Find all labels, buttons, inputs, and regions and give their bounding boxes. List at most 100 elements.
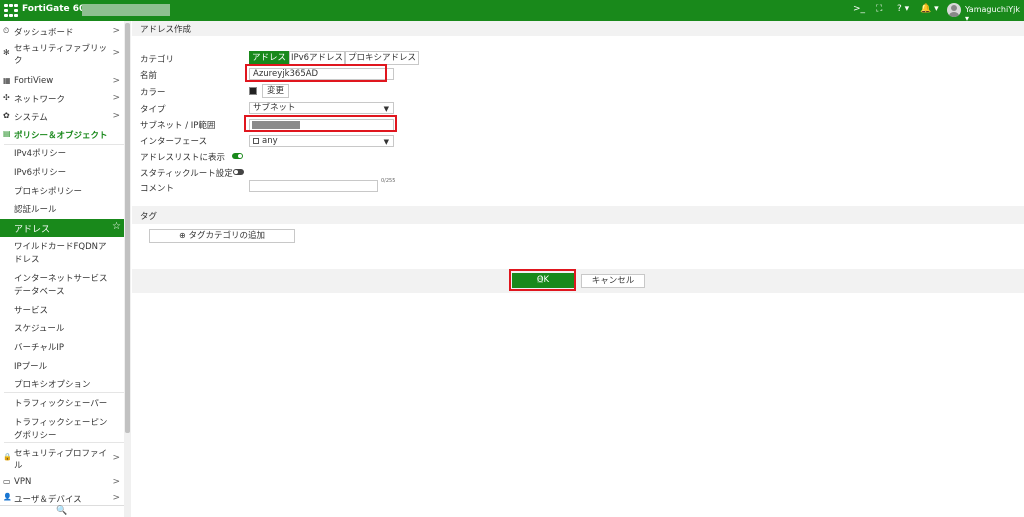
chevron-down-icon: ▼ — [383, 138, 389, 146]
chevron-right-icon: > — [112, 93, 120, 103]
dashboard-icon: ⏲ — [3, 26, 10, 35]
network-icon: ✣ — [3, 93, 10, 102]
sidebar-subitem-ipv4-policy[interactable]: IPv4ポリシー — [14, 147, 66, 159]
chevron-right-icon: > — [112, 111, 120, 121]
sidebar-subitem-ip-pools[interactable]: IPプール — [14, 360, 47, 372]
chevron-right-icon: > — [112, 493, 120, 503]
sidebar-item-security-fabric[interactable]: ✻ セキュリティファブリッ ク > — [0, 42, 124, 68]
tab-proxy-address[interactable]: プロキシアドレス — [345, 51, 419, 65]
sidebar-subitem-wildcard-fqdn[interactable]: ワイルドカードFQDNア — [14, 240, 106, 252]
form-footer: OK ☝ キャンセル — [132, 269, 1024, 293]
sidebar-item-label: ル — [14, 461, 23, 471]
highlight-box — [244, 115, 397, 132]
cancel-button[interactable]: キャンセル — [581, 274, 645, 288]
name-label: 名前 — [140, 71, 158, 81]
cli-console-icon[interactable]: >_ — [853, 4, 865, 14]
fullscreen-icon[interactable]: ⛶ — [876, 4, 882, 14]
static-route-label: スタティックルート設定 — [140, 169, 233, 179]
page-title-bar: アドレス作成 — [132, 21, 1024, 36]
sidebar-item-system[interactable]: ✿ システム > — [0, 111, 124, 123]
color-swatch-icon — [249, 87, 257, 95]
type-select-value: サブネット — [253, 103, 296, 113]
comment-textarea[interactable] — [249, 180, 378, 192]
page-title: アドレス作成 — [140, 25, 192, 35]
fortinet-logo-icon — [4, 4, 18, 17]
user-icon: 👤 — [3, 493, 12, 501]
policy-objects-icon: ▤ — [3, 129, 11, 138]
avatar[interactable] — [947, 3, 961, 17]
tags-title: タグ — [140, 212, 158, 222]
chevron-right-icon: > — [112, 48, 120, 58]
interface-select-value: any — [262, 136, 278, 146]
sidebar-item-fortiview[interactable]: ▦ FortiView > — [0, 76, 124, 88]
sidebar-subitem-proxy-policy[interactable]: プロキシポリシー — [14, 185, 82, 197]
security-fabric-icon: ✻ — [3, 48, 10, 57]
sidebar-item-user-device[interactable]: 👤 ユーザ＆デバイス > — [0, 493, 124, 505]
comment-counter: 0/255 — [381, 178, 396, 184]
sidebar-item-label: システム — [14, 113, 48, 123]
chevron-right-icon: > — [112, 26, 120, 36]
tab-ipv6-address[interactable]: IPv6アドレス — [289, 51, 345, 65]
sidebar-subitem-schedules[interactable]: スケジュール — [14, 322, 64, 334]
sidebar-subitem-proxy-options[interactable]: プロキシオプション — [14, 378, 91, 390]
category-label: カテゴリ — [140, 55, 175, 65]
notifications-icon[interactable]: 🔔 ▾ — [920, 4, 939, 14]
interface-select[interactable]: any ▼ — [249, 135, 394, 147]
sidebar-subitem-auth-rules[interactable]: 認証ルール — [14, 203, 57, 215]
interface-icon — [253, 138, 259, 144]
tab-address[interactable]: アドレス — [249, 51, 289, 65]
sidebar-subitem-ipv6-policy[interactable]: IPv6ポリシー — [14, 166, 66, 178]
sidebar-item-security-profiles[interactable]: 🔒 セキュリティプロファイ ル > — [0, 447, 124, 473]
sidebar-item-label: セキュリティプロファイ — [14, 449, 107, 459]
chevron-right-icon: > — [112, 453, 120, 463]
help-icon[interactable]: ? ▾ — [897, 4, 909, 14]
show-in-list-label: アドレスリストに表示 — [140, 153, 226, 163]
subnet-label: サブネット / IP範囲 — [140, 121, 216, 131]
sidebar-subitem-services[interactable]: サービス — [14, 304, 48, 316]
sidebar: ⏲ ダッシュボード > ✻ セキュリティファブリッ ク > ▦ FortiVie… — [0, 21, 131, 517]
system-icon: ✿ — [3, 111, 10, 120]
sidebar-search-button[interactable]: 🔍 — [0, 505, 124, 517]
sidebar-subitem-isdb[interactable]: インターネットサービス — [14, 272, 108, 284]
add-tag-category-button[interactable]: ⊕ タグカテゴリの追加 — [149, 229, 295, 243]
show-in-list-toggle[interactable] — [232, 153, 243, 159]
sidebar-subitem-virtual-ip[interactable]: バーチャルIP — [14, 341, 64, 353]
search-icon: 🔍 — [56, 506, 68, 516]
sidebar-item-label: VPN — [14, 477, 32, 487]
vpn-icon: ▭ — [3, 477, 11, 486]
lock-icon: 🔒 — [3, 453, 12, 461]
sidebar-subitem-address[interactable]: アドレス ☆ — [0, 219, 124, 237]
sidebar-item-dashboard[interactable]: ⏲ ダッシュボード > — [0, 26, 124, 38]
sidebar-item-label: ダッシュボード — [14, 28, 74, 38]
static-route-toggle[interactable] — [233, 169, 244, 175]
type-select[interactable]: サブネット ▼ — [249, 102, 394, 114]
change-color-button[interactable]: 変更 — [262, 84, 289, 98]
sidebar-item-network[interactable]: ✣ ネットワーク > — [0, 93, 124, 105]
sidebar-subitem-traffic-shapers[interactable]: トラフィックシェーパー — [14, 397, 107, 409]
fortiview-icon: ▦ — [3, 76, 11, 85]
interface-label: インターフェース — [140, 137, 208, 147]
sidebar-item-label: ポリシー＆オブジェクト — [14, 131, 108, 141]
main-panel: アドレス作成 カテゴリ アドレス IPv6アドレス プロキシアドレス 名前 Az… — [132, 21, 1024, 517]
type-label: タイプ — [140, 105, 166, 115]
sidebar-item-label: FortiView — [14, 76, 54, 86]
plus-circle-icon: ⊕ — [179, 231, 186, 240]
scrollbar-thumb[interactable] — [125, 23, 130, 433]
chevron-right-icon: > — [112, 76, 120, 86]
sidebar-subitem-isdb-cont: データベース — [14, 287, 65, 297]
sidebar-subitem-wildcard-fqdn-cont: ドレス — [14, 255, 40, 265]
add-tag-category-label: タグカテゴリの追加 — [188, 231, 265, 241]
hostname-redacted — [82, 4, 170, 16]
top-bar: FortiGate 60E >_ ⛶ ? ▾ 🔔 ▾ YamaguchiYjk … — [0, 0, 1024, 23]
sidebar-item-vpn[interactable]: ▭ VPN > — [0, 477, 124, 489]
sidebar-item-policy-objects[interactable]: ▤ ポリシー＆オブジェクト — [0, 129, 124, 141]
sidebar-item-label: アドレス — [14, 225, 51, 235]
favorite-star-icon[interactable]: ☆ — [112, 221, 121, 232]
highlight-box — [245, 64, 387, 82]
chevron-right-icon: > — [112, 477, 120, 487]
sidebar-scrollbar[interactable] — [124, 21, 131, 517]
sidebar-subitem-traffic-shaping-policy[interactable]: トラフィックシェーピン — [14, 416, 107, 428]
hand-pointer-icon: ☝ — [537, 275, 544, 286]
chevron-down-icon: ▼ — [383, 105, 389, 113]
sidebar-item-label: ネットワーク — [14, 95, 66, 105]
